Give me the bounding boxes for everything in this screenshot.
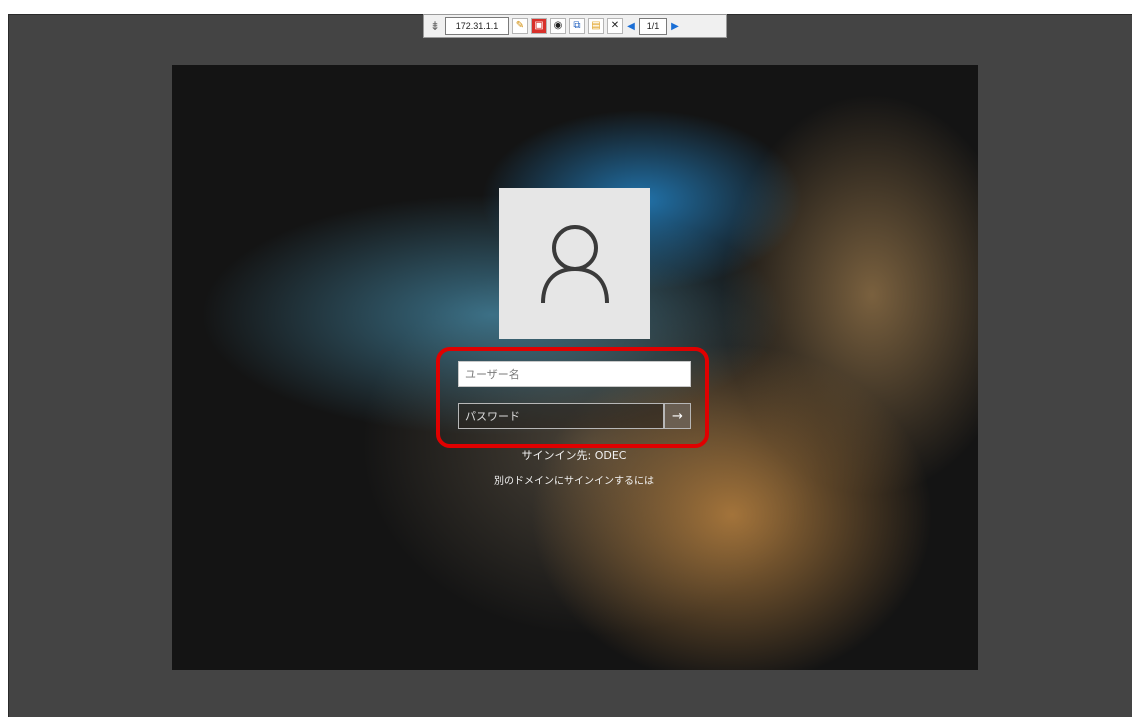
prev-arrow-icon[interactable]: ◀ (626, 21, 636, 32)
pin-icon[interactable]: ⇟ (428, 19, 442, 33)
page-indicator[interactable]: 1/1 (639, 17, 667, 35)
monitor-icon[interactable]: ▣ (531, 18, 547, 34)
ip-address-field[interactable]: 172.31.1.1 (445, 17, 509, 35)
folder-icon[interactable]: ▤ (588, 18, 604, 34)
remote-viewer-toolbar: ⇟ 172.31.1.1 ✎ ▣ ◉ ⧉ ▤ ✕ ◀ 1/1 ▶ (423, 14, 727, 38)
other-domain-link[interactable]: 別のドメインにサインインするには (434, 472, 714, 487)
next-arrow-icon[interactable]: ▶ (670, 21, 680, 32)
pencil-icon[interactable]: ✎ (512, 18, 528, 34)
sign-in-to-label: サインイン先: ODEC (521, 449, 627, 461)
user-icon (540, 224, 609, 303)
window-icon[interactable]: ⧉ (569, 18, 585, 34)
highlight-annotation (436, 347, 709, 448)
user-avatar (499, 188, 650, 339)
camera-icon[interactable]: ◉ (550, 18, 566, 34)
close-icon[interactable]: ✕ (607, 18, 623, 34)
